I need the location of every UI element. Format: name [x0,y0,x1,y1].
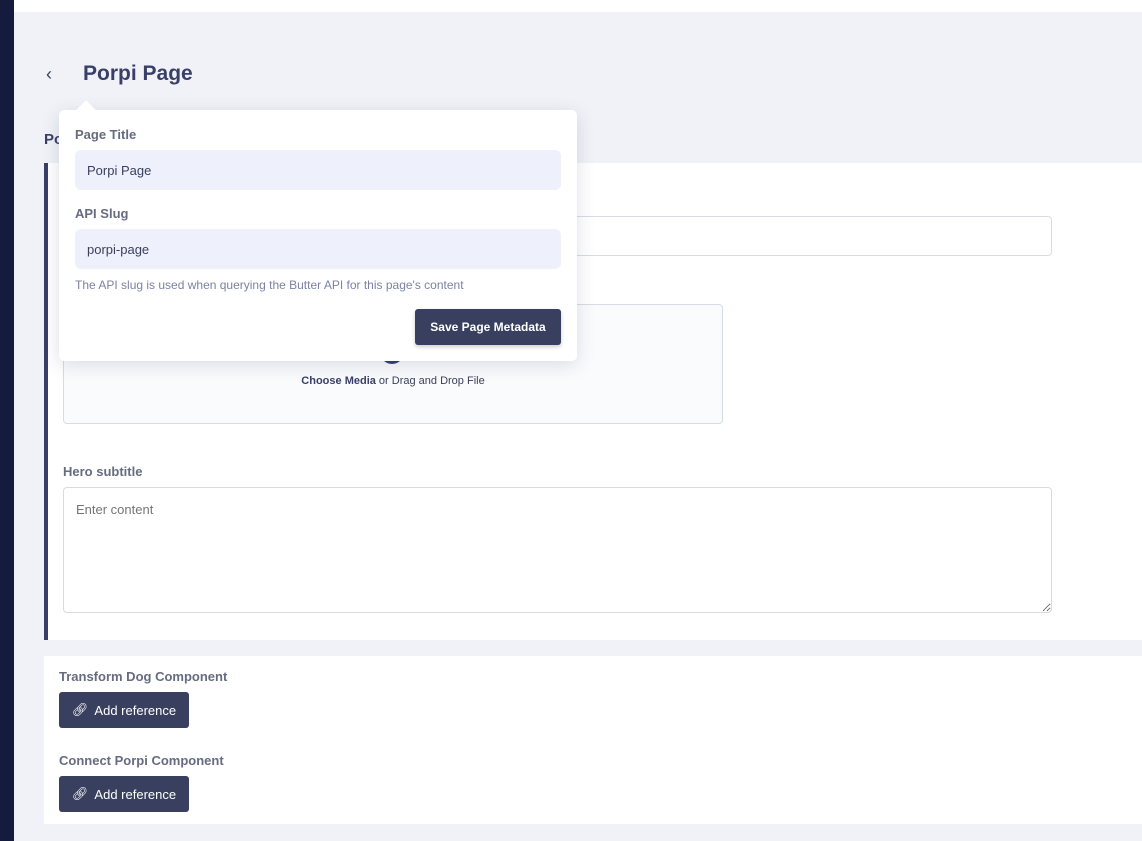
page-title-label: Page Title [75,127,137,142]
link-icon: 🔗︎ [71,702,89,717]
dropzone-text: Choose Media or Drag and Drop File [63,375,723,387]
hero-subtitle-input[interactable] [63,487,1052,613]
reference-label: Transform Dog Component [59,669,228,684]
link-icon: 🔗︎ [71,786,89,801]
save-page-metadata-button[interactable]: Save Page Metadata [415,309,561,345]
page-title: Porpi Page [83,62,193,85]
api-slug-help: The API slug is used when querying the B… [75,278,464,292]
button-label: Add reference [94,702,177,718]
reference-label: Connect Porpi Component [59,753,224,768]
chevron-left-icon[interactable]: ‹ [46,64,52,85]
sidebar [0,0,14,841]
top-bar [14,0,1142,12]
page-title-input[interactable] [75,150,561,190]
dropzone-hint: or Drag and Drop File [375,375,485,387]
add-reference-button[interactable]: 🔗︎ Add reference [59,776,189,812]
hero-subtitle-label: Hero subtitle [63,464,143,479]
add-reference-button[interactable]: 🔗︎ Add reference [59,692,189,728]
page-metadata-popover: Page Title API Slug The API slug is used… [59,110,577,361]
button-label: Add reference [94,786,177,802]
choose-media-link[interactable]: Choose Media [301,375,376,387]
api-slug-label: API Slug [75,206,129,221]
api-slug-input[interactable] [75,229,561,269]
